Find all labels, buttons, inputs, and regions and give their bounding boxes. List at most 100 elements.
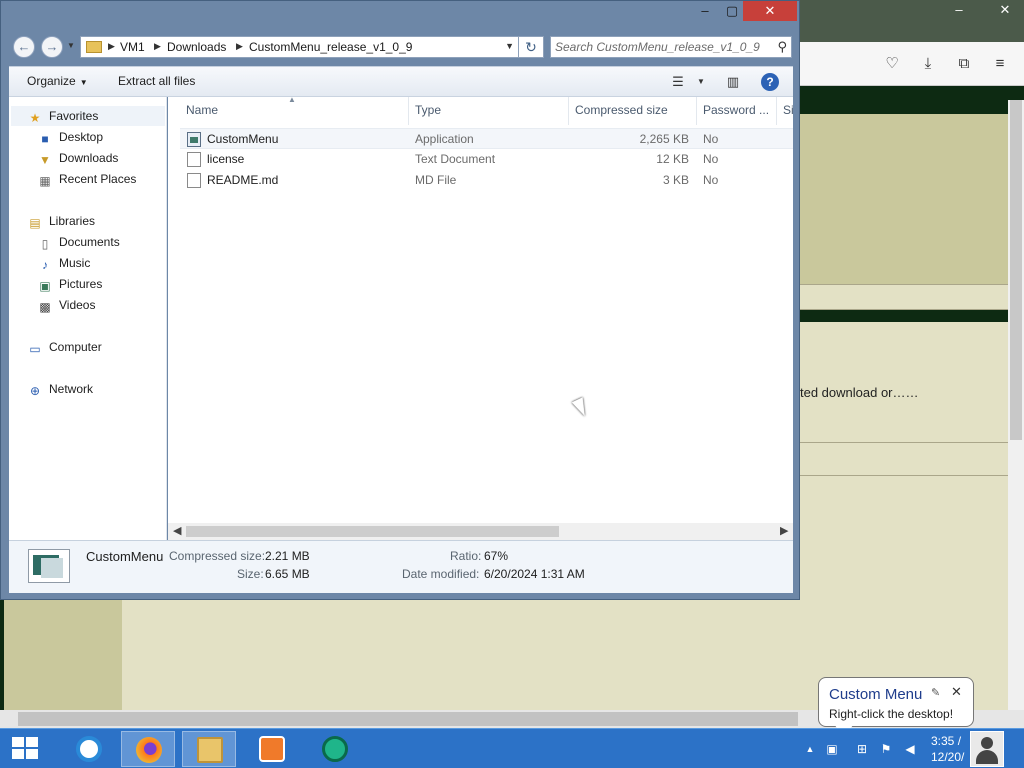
page-vertical-scrollbar[interactable]	[1008, 100, 1024, 710]
help-icon[interactable]: ?	[761, 73, 779, 91]
breadcrumb-current-folder[interactable]: CustomMenu_release_v1_0_9	[249, 40, 412, 54]
forward-button[interactable]: →	[41, 36, 63, 58]
music-icon: ♪	[42, 258, 48, 272]
column-header-password[interactable]: Password ...	[697, 97, 777, 125]
recent-locations-dropdown[interactable]: ▼	[67, 41, 75, 50]
chevron-right-icon[interactable]: ▶	[236, 41, 243, 52]
nav-item-pictures[interactable]: ▣ Pictures	[37, 274, 102, 294]
nav-item-music[interactable]: ♪ Music	[37, 253, 90, 273]
network-tray-icon[interactable]: ⊞	[854, 741, 870, 757]
nav-label: Recent Places	[59, 172, 137, 186]
back-button[interactable]: ←	[13, 36, 35, 58]
file-name: README.md	[207, 173, 279, 187]
scroll-left-icon[interactable]: ◀	[173, 524, 181, 537]
nav-label: Favorites	[49, 109, 99, 123]
nav-label: Desktop	[59, 130, 104, 144]
explorer-titlebar[interactable]	[1, 1, 799, 27]
preview-pane-icon[interactable]: ▥	[724, 73, 742, 91]
chevron-right-icon[interactable]: ▶	[154, 41, 161, 52]
nav-item-documents[interactable]: ▯ Documents	[37, 232, 120, 252]
column-header-compressed-size[interactable]: Compressed size	[569, 97, 697, 125]
chevron-right-icon[interactable]: ▶	[108, 41, 115, 52]
size-label: Size:	[237, 567, 264, 581]
videos-icon: ▩	[39, 300, 51, 314]
browser-toolbar: ♡ ⤓ ⧉ ≡	[798, 42, 1024, 86]
documents-icon: ▯	[41, 237, 49, 251]
nav-item-libraries[interactable]: ▤ Libraries	[27, 211, 95, 231]
show-hidden-icons-icon[interactable]: ▲	[802, 741, 818, 757]
extract-all-button[interactable]: Extract all files	[118, 74, 195, 88]
downloads-folder-icon: ▼	[39, 153, 51, 167]
page-panel	[4, 600, 122, 710]
scrollbar-thumb[interactable]	[18, 712, 798, 726]
horizontal-scrollbar[interactable]: ◀ ▶	[168, 523, 793, 540]
column-header-size[interactable]: Si	[777, 97, 793, 125]
windows-logo-icon	[26, 749, 38, 759]
nav-item-desktop[interactable]: ■ Desktop	[37, 127, 103, 147]
search-input[interactable]	[555, 39, 763, 55]
nav-label: Downloads	[59, 151, 119, 165]
balloon-title: Custom Menu	[829, 686, 923, 703]
balloon-message: Right-click the desktop!	[829, 707, 954, 721]
settings-icon[interactable]: ✎	[931, 686, 940, 699]
file-explorer-icon	[197, 737, 223, 763]
refresh-button[interactable]: ↻	[519, 36, 544, 58]
file-password: No	[703, 173, 719, 187]
notification-balloon[interactable]: Custom Menu ✎ ✕ Right-click the desktop!	[818, 677, 974, 727]
system-clock[interactable]: 3:35 / 12/20/	[931, 733, 964, 765]
minimize-button[interactable]: –	[691, 1, 719, 21]
taskbar-file-explorer[interactable]	[182, 731, 236, 767]
organize-button[interactable]: Organize ▼	[27, 74, 88, 88]
extensions-icon[interactable]: ⧉	[954, 54, 974, 74]
user-avatar[interactable]	[970, 731, 1004, 767]
file-type: MD File	[415, 173, 457, 187]
nav-item-recent-places[interactable]: ▦ Recent Places	[37, 169, 136, 189]
file-row[interactable]: CustomMenu Application 2,265 KB No	[180, 128, 793, 149]
start-button[interactable]	[12, 737, 40, 761]
browser-minimize-button[interactable]: –	[936, 0, 982, 20]
file-row[interactable]: license Text Document 12 KB No	[180, 149, 793, 170]
breadcrumb-vm1[interactable]: VM1	[120, 40, 145, 54]
close-icon[interactable]: ✕	[951, 684, 962, 700]
page-panel	[798, 284, 1008, 310]
search-box[interactable]: ⚲	[550, 36, 792, 58]
nav-label: Pictures	[59, 277, 103, 291]
nav-item-computer[interactable]: ▭ Computer	[27, 337, 102, 357]
media-player-icon	[259, 736, 285, 762]
volume-muted-icon[interactable]: ◀	[902, 741, 918, 757]
scrollbar-thumb[interactable]	[186, 526, 559, 537]
column-header-name[interactable]: Name	[180, 97, 409, 125]
nav-item-network[interactable]: ⊕ Network	[27, 379, 93, 399]
view-options-icon[interactable]: ☰	[669, 73, 687, 91]
chevron-down-icon[interactable]: ▼	[505, 41, 514, 51]
taskbar-firefox[interactable]	[121, 731, 175, 767]
menu-icon[interactable]: ≡	[990, 54, 1010, 74]
breadcrumb-downloads[interactable]: Downloads	[167, 40, 226, 54]
action-center-flag-icon[interactable]: ⚑	[878, 741, 894, 757]
scroll-right-icon[interactable]: ▶	[780, 524, 788, 537]
star-icon: ★	[29, 111, 41, 125]
nav-item-downloads[interactable]: ▼ Downloads	[37, 148, 118, 168]
nav-item-favorites[interactable]: ★ Favorites	[27, 106, 99, 126]
app-tray-icon[interactable]: ▣	[824, 741, 840, 757]
pocket-icon[interactable]: ♡	[882, 54, 902, 74]
nav-item-videos[interactable]: ▩ Videos	[37, 295, 95, 315]
maximize-button[interactable]: ▢	[719, 1, 745, 21]
nav-label: Computer	[49, 340, 102, 354]
close-button[interactable]: ✕	[743, 1, 797, 21]
search-icon[interactable]: ⚲	[777, 39, 787, 55]
chevron-down-icon[interactable]: ▼	[692, 73, 710, 91]
taskbar-internet-explorer[interactable]	[62, 731, 116, 767]
download-icon[interactable]: ⤓	[918, 54, 938, 74]
firefox-icon	[136, 737, 162, 763]
scrollbar-thumb[interactable]	[1010, 100, 1022, 440]
taskbar: ▲ ▣ ⊞ ⚑ ◀ 3:35 / 12/20/	[0, 728, 1024, 768]
refresh-icon: ↻	[525, 39, 537, 55]
file-icon	[187, 173, 201, 188]
column-header-type[interactable]: Type	[409, 97, 569, 125]
browser-close-button[interactable]: ✕	[982, 0, 1024, 20]
file-row[interactable]: README.md MD File 3 KB No	[180, 170, 793, 191]
taskbar-chat-app[interactable]	[308, 731, 362, 767]
address-bar[interactable]: ▶ VM1 ▶ Downloads ▶ CustomMenu_release_v…	[80, 36, 519, 58]
taskbar-media-player[interactable]	[245, 731, 299, 767]
